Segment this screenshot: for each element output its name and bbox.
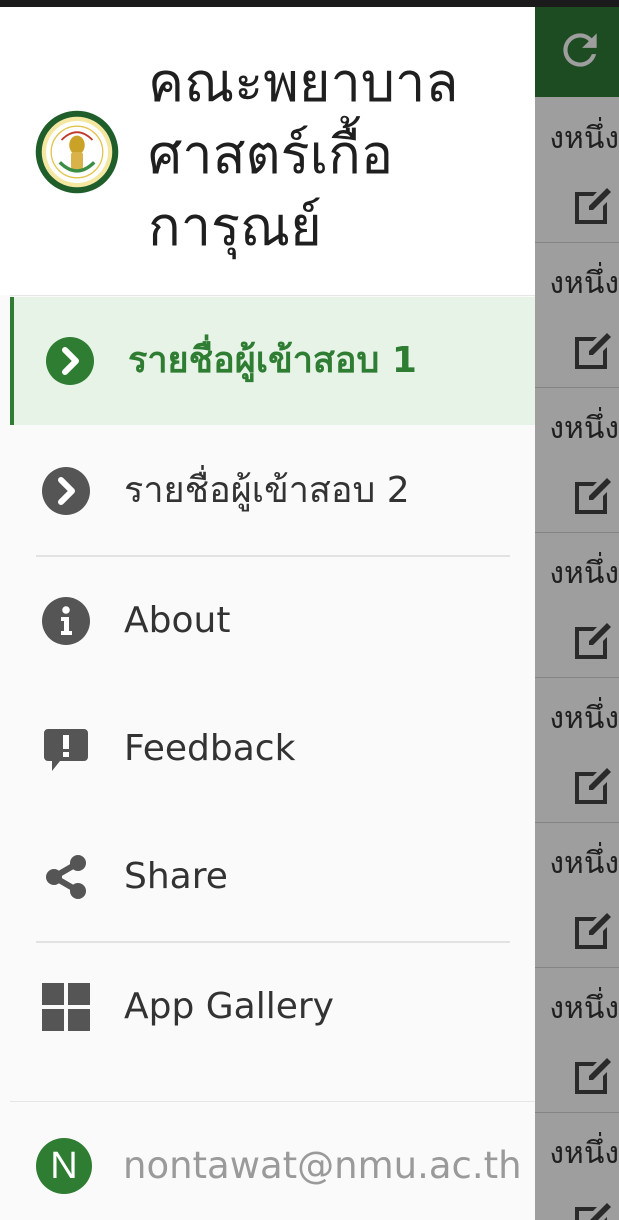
account-email: nontawat@nmu.ac.th — [123, 1144, 522, 1187]
navigation-drawer: คณะพยาบาล ศาสตร์เกื้อ การุณย์ รายชื่อผู้… — [0, 7, 535, 1220]
menu-item-label: About — [124, 600, 231, 641]
feedback-icon — [44, 729, 88, 771]
drawer-title-line: คณะพยาบาล — [148, 51, 459, 114]
menu-item-exam-list-2[interactable]: รายชื่อผู้เข้าสอบ 2 — [10, 427, 535, 555]
menu-item-share[interactable]: Share — [10, 813, 535, 941]
grid-icon — [42, 983, 90, 1031]
menu-item-feedback[interactable]: Feedback — [10, 685, 535, 813]
menu-item-app-gallery[interactable]: App Gallery — [10, 943, 535, 1071]
menu-item-label: รายชื่อผู้เข้าสอบ 2 — [124, 470, 410, 511]
info-icon — [42, 597, 90, 645]
chevron-right-circle-icon — [46, 337, 94, 385]
drawer-title: คณะพยาบาล ศาสตร์เกื้อ การุณย์ — [148, 47, 518, 263]
drawer-title-line: การุณย์ — [148, 195, 322, 258]
menu-item-label: App Gallery — [124, 986, 334, 1027]
share-icon — [46, 855, 86, 899]
menu-item-label: Feedback — [124, 728, 296, 769]
chevron-right-circle-icon — [42, 467, 90, 515]
menu-item-about[interactable]: About — [10, 557, 535, 685]
menu-item-label: Share — [124, 856, 228, 897]
drawer-header: คณะพยาบาล ศาสตร์เกื้อ การุณย์ — [0, 7, 535, 295]
menu-item-exam-list-1[interactable]: รายชื่อผู้เข้าสอบ 1 — [10, 297, 535, 425]
menu-item-label: รายชื่อผู้เข้าสอบ 1 — [128, 340, 417, 381]
avatar: N — [36, 1138, 92, 1194]
status-bar-edge — [0, 0, 619, 7]
account-row[interactable]: N nontawat@nmu.ac.th — [0, 1102, 535, 1220]
drawer-title-line: ศาสตร์เกื้อ — [148, 123, 394, 186]
app-screen: งหนึ่ง งหนึ่ง งหนึ่ง งหนึ่ง งหนึ่ง งหนึ่… — [0, 0, 619, 1220]
faculty-seal-logo — [35, 110, 119, 194]
header-divider — [10, 295, 535, 296]
